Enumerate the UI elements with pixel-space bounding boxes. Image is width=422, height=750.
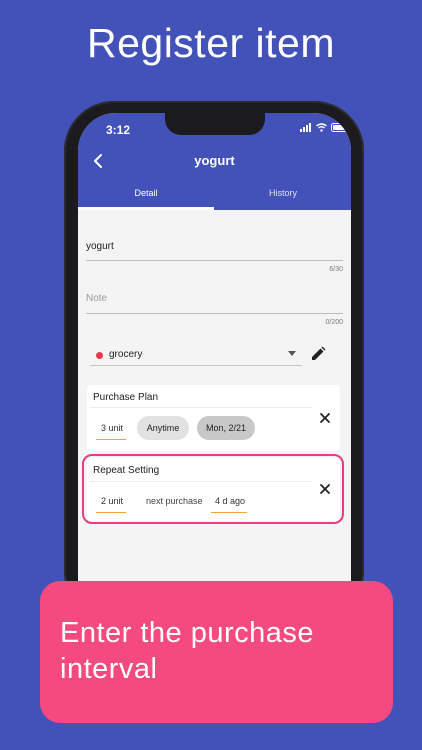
detail-content: yogurt 6/30 Note 0/200 grocery Purchase … (78, 210, 351, 613)
date-chip[interactable]: Mon, 2/21 (197, 416, 255, 440)
purchase-plan-units-underline (96, 439, 126, 440)
category-underline (90, 365, 302, 366)
wifi-icon (316, 123, 327, 132)
callout-banner: Enter the purchase interval (40, 581, 393, 723)
pencil-icon[interactable] (310, 346, 326, 362)
status-time: 3:12 (106, 123, 131, 137)
note-placeholder: Note (86, 293, 108, 304)
app-title: yogurt (194, 153, 235, 168)
note-field-underline (86, 313, 343, 314)
app-bar: 3:12 yogurt Detail History (78, 113, 351, 210)
category-dropdown[interactable]: grocery (90, 347, 302, 366)
battery-icon (331, 123, 349, 132)
signal-icon (300, 123, 311, 132)
purchase-plan-divider (90, 407, 312, 408)
note-field[interactable]: Note 0/200 (86, 293, 343, 326)
purchase-plan-units[interactable]: 3 unit (101, 423, 123, 433)
name-field[interactable]: yogurt 6/30 (86, 241, 343, 273)
phone-notch (165, 113, 265, 135)
name-field-value: yogurt (86, 241, 114, 252)
tab-history[interactable]: History (215, 188, 351, 198)
name-char-counter: 6/30 (329, 266, 343, 273)
tab-detail[interactable]: Detail (78, 188, 214, 198)
phone-screen: 3:12 yogurt Detail History yogurt 6/30 N… (78, 113, 351, 613)
name-field-underline (86, 260, 343, 261)
category-label: grocery (109, 349, 143, 360)
status-icons (300, 123, 349, 132)
close-icon[interactable] (318, 411, 332, 425)
note-char-counter: 0/200 (325, 319, 343, 326)
callout-text: Enter the purchase interval (60, 617, 315, 685)
headline: Register item (86, 20, 335, 66)
purchase-plan-title: Purchase Plan (93, 392, 159, 403)
repeat-setting-highlight (82, 454, 344, 524)
purchase-plan-card: Purchase Plan 3 unit Anytime Mon, 2/21 (87, 385, 340, 451)
category-color-dot (96, 352, 103, 359)
caret-down-icon (288, 349, 296, 359)
anytime-chip[interactable]: Anytime (137, 416, 189, 440)
